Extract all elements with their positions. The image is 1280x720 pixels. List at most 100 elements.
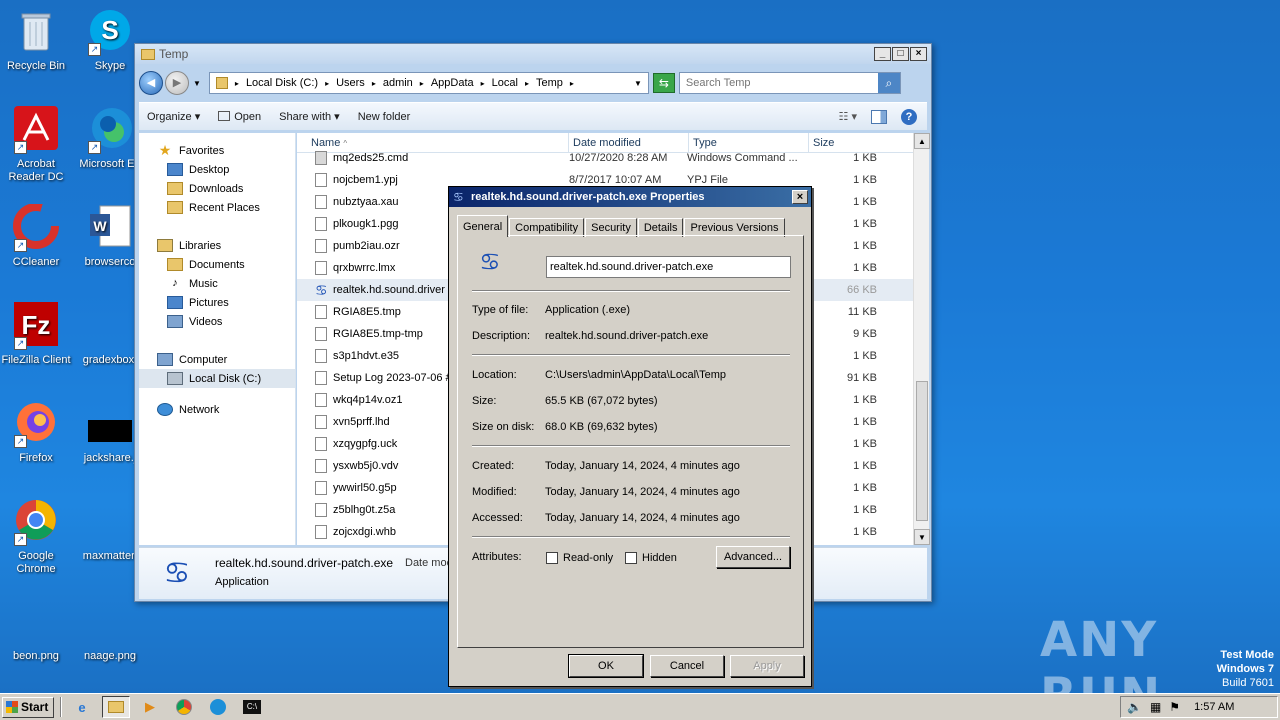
scroll-down-icon[interactable]: ▼ xyxy=(914,529,930,545)
new-folder-button[interactable]: New folder xyxy=(358,111,411,123)
view-options-icon[interactable]: ☷ ▾ xyxy=(839,110,857,123)
search-box[interactable]: ⌕ xyxy=(678,72,901,94)
explorer-title: Temp xyxy=(159,47,189,61)
close-button[interactable]: × xyxy=(910,47,927,61)
breadcrumb-admin[interactable]: admin xyxy=(383,77,413,89)
nav-videos[interactable]: Videos xyxy=(139,312,295,331)
chevron-right-icon[interactable]: ▸ xyxy=(570,79,574,88)
chevron-right-icon[interactable]: ▸ xyxy=(525,79,529,88)
start-button[interactable]: Start xyxy=(2,696,54,718)
breadcrumb-users[interactable]: Users xyxy=(336,77,365,89)
shortcut-arrow-icon: ↗ xyxy=(88,43,101,56)
file-date: 8/7/2017 10:07 AM xyxy=(569,174,662,186)
nav-favorites[interactable]: ★ Favorites xyxy=(139,141,295,160)
apply-button[interactable]: Apply xyxy=(730,655,804,677)
minimize-button[interactable]: _ xyxy=(874,47,891,61)
chevron-right-icon[interactable]: ▸ xyxy=(372,79,376,88)
file-icon xyxy=(315,503,327,517)
chevron-right-icon[interactable]: ▸ xyxy=(481,79,485,88)
file-size: 1 KB xyxy=(853,438,877,450)
ie-icon[interactable]: e xyxy=(68,696,96,718)
edge-icon[interactable] xyxy=(204,696,232,718)
forward-button[interactable]: ▶ xyxy=(165,71,189,95)
desktop-icon-ccleaner[interactable]: ↗ CCleaner xyxy=(0,203,72,269)
properties-dialog: ♋ realtek.hd.sound.driver-patch.exe Prop… xyxy=(448,186,812,687)
readonly-checkbox[interactable] xyxy=(546,552,558,564)
share-with-button[interactable]: Share with ▾ xyxy=(279,110,340,123)
blank-file-icon xyxy=(86,302,134,350)
volume-icon[interactable]: 🔈 xyxy=(1127,700,1142,714)
scrollbar-thumb[interactable] xyxy=(916,381,928,521)
ok-button[interactable]: OK xyxy=(568,654,644,678)
file-size: 1 KB xyxy=(853,460,877,472)
nav-downloads[interactable]: Downloads xyxy=(139,179,295,198)
search-input[interactable] xyxy=(679,77,878,89)
refresh-button[interactable]: ⇆ xyxy=(652,73,675,93)
advanced-button[interactable]: Advanced... xyxy=(716,546,790,568)
address-dropdown-icon[interactable]: ▼ xyxy=(634,79,642,88)
explorer-titlebar[interactable]: Temp _ □ × xyxy=(135,44,931,64)
hidden-checkbox[interactable] xyxy=(625,552,637,564)
nav-documents[interactable]: Documents xyxy=(139,255,295,274)
nav-libraries[interactable]: Libraries xyxy=(139,236,295,255)
column-header-type[interactable]: Type xyxy=(689,133,809,152)
nav-recent-places[interactable]: Recent Places xyxy=(139,198,295,217)
modified-value: Today, January 14, 2024, 4 minutes ago xyxy=(545,486,740,498)
search-icon[interactable]: ⌕ xyxy=(877,73,900,93)
divider xyxy=(472,354,790,356)
desktop-icon-recycle-bin[interactable]: Recycle Bin xyxy=(0,8,72,73)
properties-titlebar[interactable]: ♋ realtek.hd.sound.driver-patch.exe Prop… xyxy=(449,187,811,207)
filename-field[interactable] xyxy=(546,256,791,278)
computer-icon xyxy=(157,353,173,366)
preview-pane-icon[interactable] xyxy=(871,109,887,124)
desktop-icon-naage[interactable]: naage.png xyxy=(74,598,146,663)
tab-general[interactable]: General xyxy=(457,215,509,237)
file-size: 9 KB xyxy=(853,328,877,340)
chevron-right-icon[interactable]: ▸ xyxy=(325,79,329,88)
history-dropdown-icon[interactable]: ▼ xyxy=(193,79,201,88)
breadcrumb-local-disk[interactable]: Local Disk (C:) xyxy=(246,77,318,89)
nav-network[interactable]: Network xyxy=(139,400,295,419)
address-bar[interactable]: ▸ Local Disk (C:) ▸ Users ▸ admin ▸ AppD… xyxy=(208,72,649,94)
help-icon[interactable]: ? xyxy=(901,108,917,125)
network-icon[interactable]: ▦ xyxy=(1150,700,1161,714)
organize-button[interactable]: Organize ▾ xyxy=(147,110,200,123)
desktop-icon-firefox[interactable]: ↗ Firefox xyxy=(0,400,72,465)
chrome-icon[interactable] xyxy=(170,696,198,718)
media-player-icon[interactable]: ▶ xyxy=(136,696,164,718)
column-header-size[interactable]: Size xyxy=(809,133,913,152)
chevron-right-icon[interactable]: ▸ xyxy=(420,79,424,88)
action-center-flag-icon[interactable]: ⚑ xyxy=(1169,700,1180,714)
nav-computer[interactable]: Computer xyxy=(139,350,295,369)
breadcrumb-temp[interactable]: Temp xyxy=(536,77,563,89)
desktop-icon-beon[interactable]: beon.png xyxy=(0,598,72,663)
open-button[interactable]: Open xyxy=(218,110,261,123)
nav-local-disk[interactable]: Local Disk (C:) xyxy=(139,369,295,388)
details-date-label: Date moc xyxy=(405,557,453,569)
file-list-scrollbar[interactable]: ▲ ▼ xyxy=(913,133,930,545)
breadcrumb-appdata[interactable]: AppData xyxy=(431,77,474,89)
column-header-name[interactable]: Name ^ xyxy=(297,133,569,152)
scroll-up-icon[interactable]: ▲ xyxy=(914,133,930,149)
shortcut-arrow-icon: ↗ xyxy=(14,141,27,154)
column-header-date[interactable]: Date modified xyxy=(569,133,689,152)
explorer-icon[interactable] xyxy=(102,696,130,718)
file-size: 1 KB xyxy=(853,218,877,230)
nav-desktop[interactable]: Desktop xyxy=(139,160,295,179)
maximize-button[interactable]: □ xyxy=(892,47,909,61)
shortcut-arrow-icon: ↗ xyxy=(14,337,27,350)
close-button[interactable]: × xyxy=(792,190,808,204)
desktop-icon-filezilla[interactable]: Fz ↗ FileZilla Client xyxy=(0,302,72,367)
back-button[interactable]: ◀ xyxy=(139,71,163,95)
readonly-label: Read-only xyxy=(563,552,614,564)
cancel-button[interactable]: Cancel xyxy=(650,655,724,677)
cmd-icon[interactable]: C:\ xyxy=(238,696,266,718)
clock[interactable]: 1:57 AM xyxy=(1194,701,1234,713)
nav-music[interactable]: ♪ Music xyxy=(139,274,295,293)
desktop-icon-chrome[interactable]: ↗ Google Chrome xyxy=(0,498,72,576)
breadcrumb-local[interactable]: Local xyxy=(492,77,518,89)
desktop-icon-acrobat[interactable]: ↗ Acrobat Reader DC xyxy=(0,106,72,184)
chevron-right-icon[interactable]: ▸ xyxy=(235,79,239,88)
nav-pictures[interactable]: Pictures xyxy=(139,293,295,312)
divider xyxy=(472,290,790,292)
